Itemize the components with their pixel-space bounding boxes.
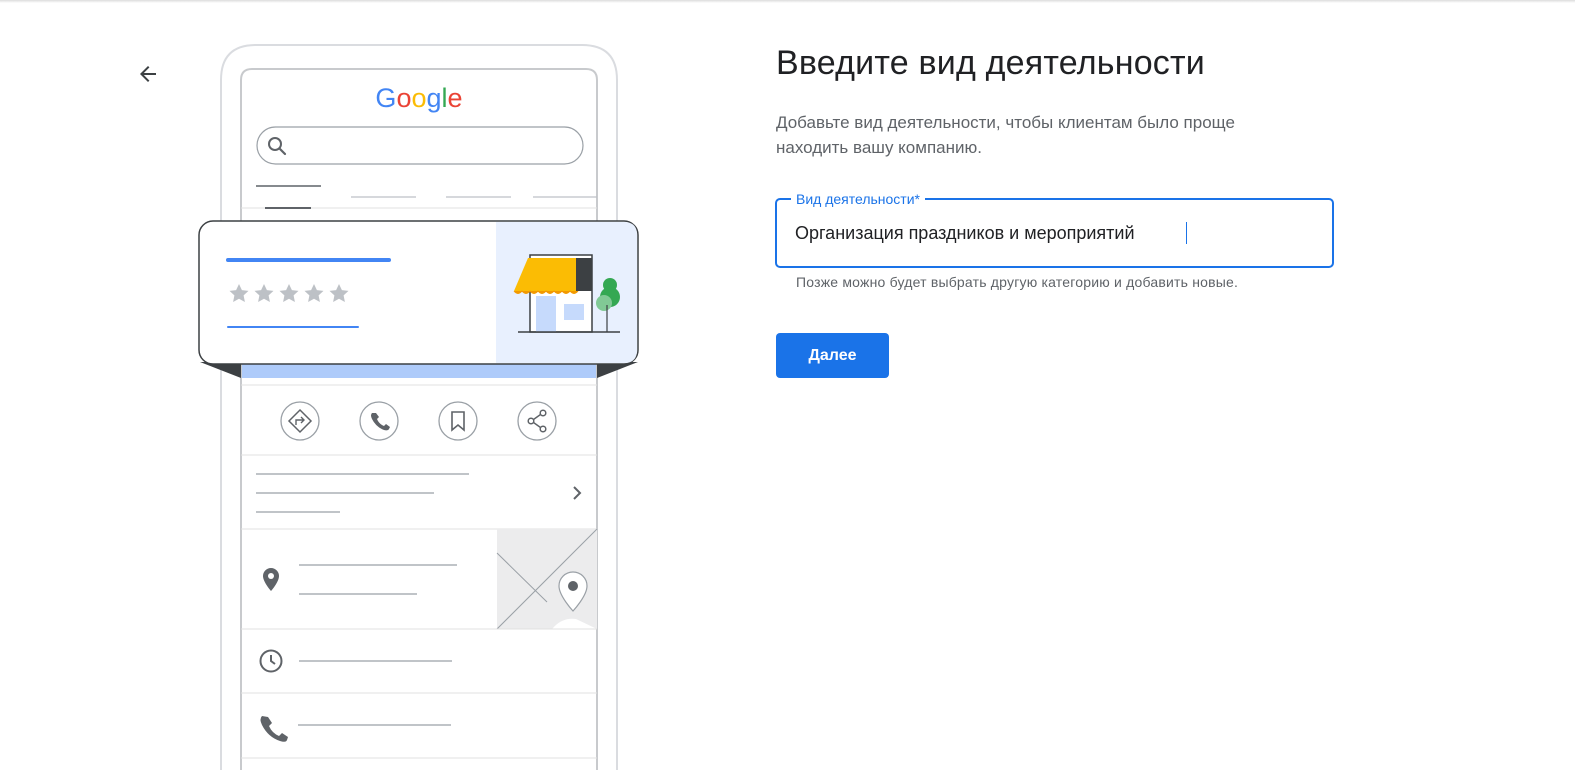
top-divider	[0, 0, 1575, 3]
business-card	[198, 220, 639, 365]
business-category-input[interactable]	[795, 218, 1315, 248]
text-caret	[1186, 222, 1187, 244]
next-button[interactable]: Далее	[776, 333, 889, 378]
page-subtitle: Добавьте вид деятельности, чтобы клиента…	[776, 113, 1235, 157]
business-category-field[interactable]: Вид деятельности*	[775, 190, 1334, 268]
page-title: Введите вид деятельности	[776, 44, 1205, 82]
field-helper-text: Позже можно будет выбрать другую категор…	[796, 274, 1239, 290]
back-button[interactable]	[126, 52, 170, 96]
search-bar	[256, 126, 584, 165]
business-category-label: Вид деятельности*	[791, 190, 925, 208]
arrow-back-icon	[140, 66, 156, 82]
map-thumbnail	[496, 528, 598, 630]
business-profile-illustration: Google	[198, 44, 639, 770]
google-logo: Google	[375, 83, 462, 113]
